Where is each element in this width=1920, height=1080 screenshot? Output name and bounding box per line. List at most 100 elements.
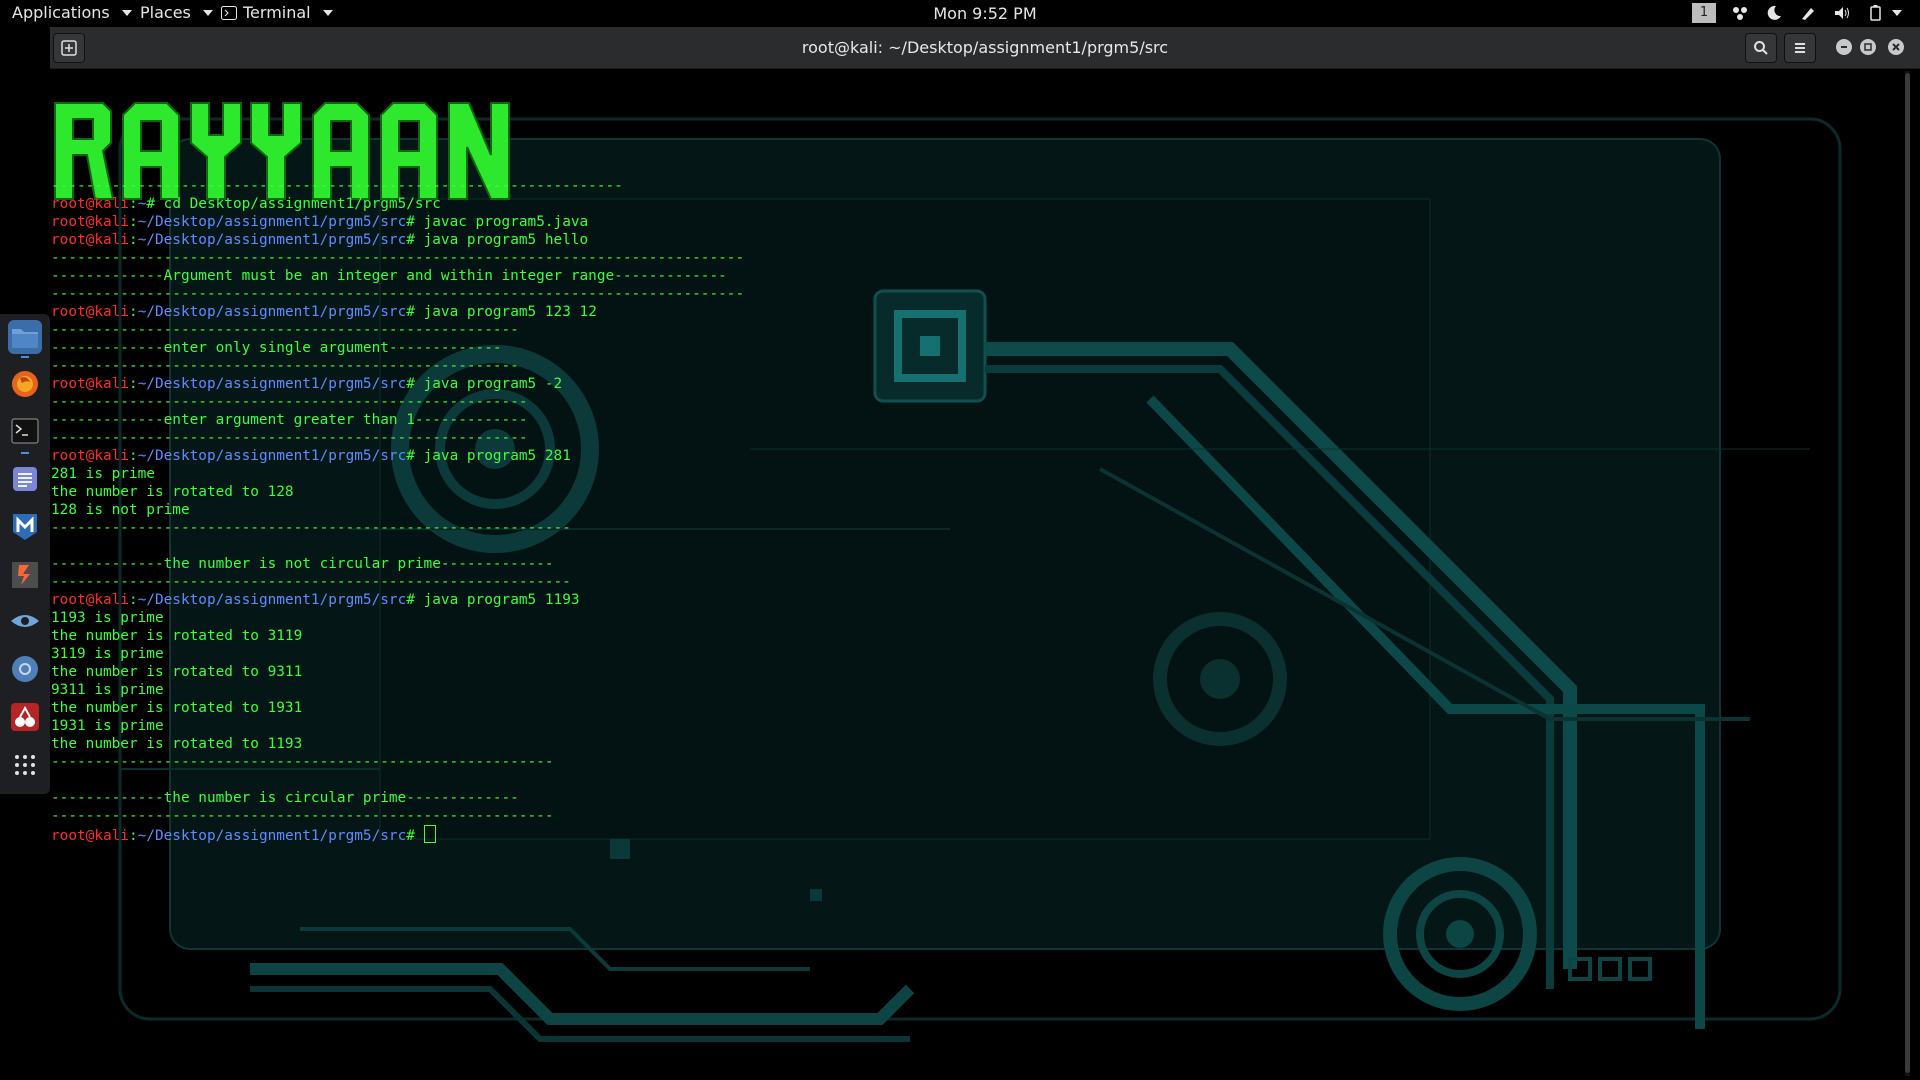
prompt-user: root@kali: [51, 214, 129, 230]
prompt-separator: :: [128, 828, 138, 844]
search-icon: [1754, 41, 1768, 55]
output-line: 1193 is prime: [51, 610, 164, 626]
eye-app[interactable]: [8, 604, 42, 638]
output-line: ----------------------------------------…: [51, 574, 571, 590]
command-text: # java program5 hello: [406, 232, 589, 248]
minimize-button[interactable]: [1836, 39, 1852, 55]
output-line: 1931 is prime: [51, 718, 164, 734]
dock: [0, 314, 50, 794]
output-line: ----------------------------------------…: [51, 250, 745, 266]
prompt-user: root@kali: [51, 376, 129, 392]
pen-icon[interactable]: [1798, 3, 1818, 23]
night-light-icon[interactable]: [1764, 3, 1784, 23]
files-app[interactable]: [8, 320, 42, 354]
text-editor-app[interactable]: [8, 462, 42, 496]
prompt-separator: :: [128, 214, 138, 230]
running-indicator: [21, 452, 29, 454]
output-line: the number is rotated to 9311: [51, 664, 303, 680]
metasploit-app[interactable]: [8, 510, 42, 544]
output-line: the number is rotated to 3119: [51, 628, 303, 644]
output-line: ----------------------------------------…: [51, 286, 745, 302]
output-line: ----------------------------------------…: [51, 754, 554, 770]
output-line: -------------enter argument greater than…: [51, 412, 528, 428]
cherrytree-app[interactable]: [8, 700, 42, 734]
prompt-user: root@kali: [51, 304, 129, 320]
cherrytree-icon: [11, 703, 39, 731]
text-cursor[interactable]: [423, 825, 436, 843]
prompt-user: root@kali: [51, 592, 129, 608]
output-line: 128 is not prime: [51, 502, 190, 518]
maximize-button[interactable]: [1860, 39, 1876, 55]
battery-icon[interactable]: [1866, 3, 1886, 23]
output-line: 9311 is prime: [51, 682, 164, 698]
prompt-path: ~/Desktop/assignment1/prgm5/src: [137, 214, 407, 230]
scrollbar-thumb[interactable]: [1905, 73, 1910, 1073]
workspace-indicator[interactable]: 1: [1692, 3, 1716, 23]
command-text: # cd Desktop/assignment1/prgm5/src: [146, 196, 441, 212]
chrome-app[interactable]: [8, 652, 42, 686]
output-line: ----------------------------------------…: [51, 394, 528, 410]
network-icon[interactable]: [1730, 3, 1750, 23]
burpsuite-app[interactable]: [8, 558, 42, 592]
output-line: ----------------------------------------…: [51, 430, 528, 446]
system-tray: 1: [1692, 3, 1902, 23]
volume-icon[interactable]: [1832, 3, 1852, 23]
running-indicator: [21, 356, 29, 358]
metasploit-icon: [13, 514, 37, 540]
output-line: the number is rotated to 1931: [51, 700, 303, 716]
text-editor-icon: [13, 467, 37, 491]
output-line: -------------the number is circular prim…: [51, 790, 519, 806]
output-line: 3119 is prime: [51, 646, 164, 662]
close-button[interactable]: [1888, 39, 1904, 55]
hamburger-icon: [1795, 43, 1805, 53]
command-text: # java program5 -2: [406, 376, 563, 392]
terminal-app[interactable]: [8, 414, 42, 448]
prompt-separator: :: [128, 592, 138, 608]
show-apps-button[interactable]: [8, 748, 42, 782]
minimize-icon: [1841, 46, 1847, 48]
prompt-separator: :: [128, 376, 138, 392]
output-line: ----------------------------------------…: [51, 358, 519, 374]
chrome-icon: [12, 656, 38, 682]
command-text: # java program5 1193: [406, 592, 580, 608]
prompt-path: ~/Desktop/assignment1/prgm5/src: [137, 376, 407, 392]
terminal-window[interactable]: root@kali: ~/Desktop/assignment1/prgm5/s…: [50, 27, 1920, 1080]
prompt-line: root@kali:~/Desktop/assignment1/prgm5/sr…: [51, 591, 744, 609]
search-button[interactable]: [1745, 33, 1777, 63]
prompt-path: ~/Desktop/assignment1/prgm5/src: [137, 448, 407, 464]
command-text: #: [406, 828, 424, 844]
prompt-path: ~/Desktop/assignment1/prgm5/src: [137, 592, 407, 608]
terminal-output[interactable]: ----------------------------------------…: [51, 177, 745, 844]
firefox-icon: [12, 371, 38, 397]
close-icon: [1892, 43, 1900, 51]
prompt-separator: :: [128, 304, 138, 320]
prompt-separator: :: [128, 196, 138, 212]
prompt-line: root@kali:~/Desktop/assignment1/prgm5/sr…: [51, 231, 744, 249]
output-line: 281 is prime: [51, 466, 155, 482]
menu-button[interactable]: [1784, 33, 1816, 63]
clock[interactable]: Mon 9:52 PM: [0, 4, 1920, 23]
terminal-icon: [11, 418, 39, 444]
output-line: -------------enter only single argument-…: [51, 340, 502, 356]
prompt-line: root@kali:~/Desktop/assignment1/prgm5/sr…: [51, 447, 744, 465]
output-line: ----------------------------------------…: [51, 520, 571, 536]
burpsuite-icon: [12, 562, 38, 588]
separator-line: ----------------------------------------…: [51, 178, 623, 194]
command-text: # javac program5.java: [406, 214, 589, 230]
output-line: -------------the number is not circular …: [51, 556, 554, 572]
maximize-icon: [1864, 43, 1872, 51]
prompt-user: root@kali: [51, 196, 129, 212]
output-line: the number is rotated to 128: [51, 484, 294, 500]
prompt-user: root@kali: [51, 232, 129, 248]
prompt-path: ~/Desktop/assignment1/prgm5/src: [137, 232, 407, 248]
top-bar: Applications Places Terminal Mon 9:52 PM…: [0, 0, 1920, 27]
prompt-separator: :: [128, 448, 138, 464]
output-line: ----------------------------------------…: [51, 322, 519, 338]
chevron-down-icon[interactable]: [1892, 10, 1902, 16]
command-text: # java program5 123 12: [406, 304, 597, 320]
files-icon: [12, 329, 38, 348]
firefox-app[interactable]: [8, 367, 42, 401]
window-titlebar[interactable]: root@kali: ~/Desktop/assignment1/prgm5/s…: [50, 27, 1920, 69]
prompt-line: root@kali:~/Desktop/assignment1/prgm5/sr…: [51, 825, 744, 844]
